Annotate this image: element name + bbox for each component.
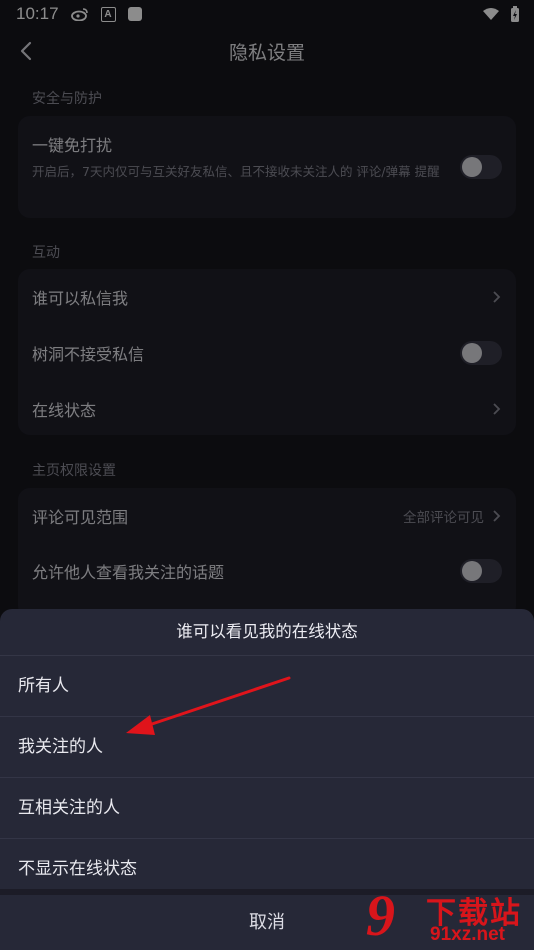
watermark-logo: 9 下载站 91xz.net [364, 884, 534, 950]
arrow-head [126, 715, 155, 735]
watermark-glyph: 9 [366, 883, 395, 948]
arrow-shaft [144, 676, 291, 728]
annotation-arrow [126, 676, 291, 735]
watermark-domain: 91xz.net [430, 924, 505, 945]
